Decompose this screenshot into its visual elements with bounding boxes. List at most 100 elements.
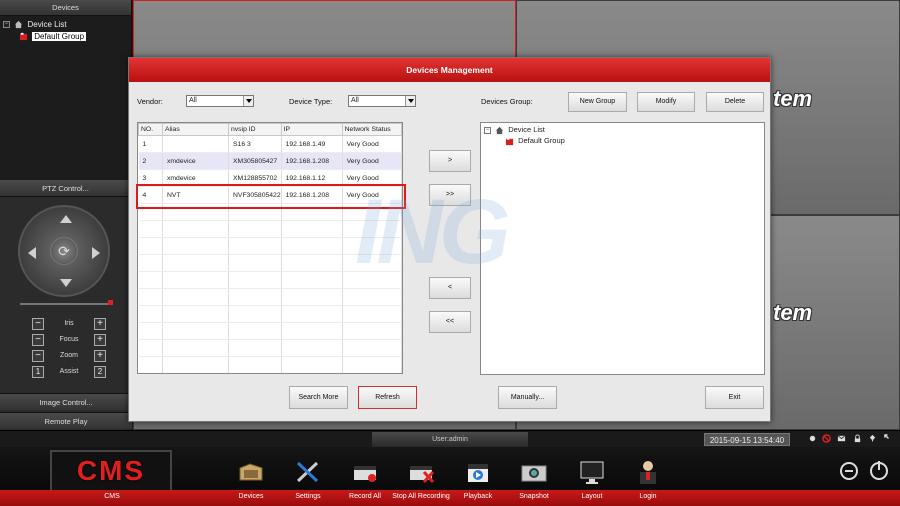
chevron-down-icon[interactable] (405, 96, 415, 106)
search-more-button[interactable]: Search More (289, 386, 348, 409)
iris-label: Iris (64, 320, 74, 327)
devices-group-label: Devices Group: (481, 97, 533, 106)
cell-status: Very Good (342, 152, 402, 170)
playback-icon[interactable] (463, 458, 493, 486)
tree-root[interactable]: − Device List (3, 19, 131, 31)
tree-child[interactable]: Default Group (3, 31, 131, 43)
empty-row (138, 322, 402, 340)
snapshot-button[interactable]: Snapshot (512, 493, 556, 500)
record-all-button[interactable]: Record All (342, 493, 388, 500)
focus-label: Focus (59, 336, 79, 343)
home-icon (495, 126, 504, 134)
ptz-speed-slider[interactable] (20, 303, 112, 305)
ptz-right-icon[interactable] (92, 247, 100, 259)
cell-ip: 192.168.1.49 (281, 135, 343, 153)
empty-row (138, 356, 402, 373)
collapse-icon[interactable]: − (3, 21, 10, 29)
cms-logo-text: CMS (76, 455, 146, 486)
stop-all-recording-button[interactable]: Stop All Recording (390, 493, 452, 500)
mail-icon[interactable] (837, 434, 846, 443)
table-row[interactable]: 1 S16 3 192.168.1.49 Very Good (138, 135, 402, 153)
iris-minus-button[interactable]: − (32, 318, 44, 330)
ptz-area: ⟳ − Iris + − Focus + − Zoom + 1 Assist 2 (0, 197, 131, 397)
layout-icon[interactable] (577, 458, 607, 486)
assist-2-button[interactable]: 2 (94, 366, 106, 378)
ptz-left-icon[interactable] (28, 247, 36, 259)
vendor-select-value: All (189, 97, 197, 104)
cell-alias: xmdevice (162, 152, 229, 170)
group-tree-root[interactable]: − Device List (484, 124, 545, 135)
ptz-rotate-icon[interactable]: ⟳ (50, 237, 78, 265)
status-bar: User:admin 2015-09-15 13:54:40 (0, 430, 900, 447)
table-row[interactable]: 2 xmdevice XM305805427 192.168.1.208 Ver… (138, 152, 402, 170)
power-icon[interactable] (870, 461, 888, 480)
stop-all-recording-icon[interactable] (406, 458, 436, 486)
vendor-label: Vendor: (137, 97, 163, 106)
devices-header[interactable]: Devices (0, 0, 131, 16)
chevron-down-icon[interactable] (243, 96, 253, 106)
column-header-no[interactable]: NO. (138, 123, 163, 136)
left-panel: Devices − Device List Default Group PTZ … (0, 0, 132, 430)
ptz-control-header[interactable]: PTZ Control... (0, 180, 131, 197)
delete-button[interactable]: Delete (706, 92, 764, 112)
assist-1-button[interactable]: 1 (32, 366, 44, 378)
snapshot-icon[interactable] (519, 458, 549, 486)
no-alarm-icon[interactable] (822, 434, 831, 443)
empty-row (138, 339, 402, 357)
collapse-icon[interactable]: − (484, 126, 491, 134)
column-header-network-status[interactable]: Network Status (341, 123, 402, 136)
device-type-label: Device Type: (289, 97, 333, 106)
cell-nvsip-id: XM305805427 (228, 152, 282, 170)
ptz-dpad[interactable]: ⟳ (18, 205, 110, 297)
settings-button[interactable]: Settings (288, 493, 328, 500)
user-indicator: User:admin (372, 432, 528, 447)
ptz-down-icon[interactable] (60, 279, 72, 287)
column-header-ip[interactable]: IP (280, 123, 343, 136)
empty-row (138, 305, 402, 323)
modify-button[interactable]: Modify (637, 92, 695, 112)
new-group-button[interactable]: New Group (568, 92, 627, 112)
playback-button[interactable]: Playback (456, 493, 500, 500)
group-tree-root-label: Device List (508, 125, 545, 134)
cell-status: Very Good (342, 135, 402, 153)
focus-plus-button[interactable]: + (94, 334, 106, 346)
settings-icon[interactable] (293, 458, 323, 486)
pin-icon[interactable] (868, 434, 877, 443)
layout-button[interactable]: Layout (572, 493, 612, 500)
iris-plus-button[interactable]: + (94, 318, 106, 330)
cell-nvsip-id: S16 3 (228, 135, 282, 153)
exit-fullscreen-icon[interactable] (884, 434, 893, 443)
image-control-header[interactable]: Image Control... (0, 393, 132, 410)
column-header-nvsip-id[interactable]: nvsip ID (228, 123, 282, 136)
login-button[interactable]: Login (628, 493, 668, 500)
ptz-up-icon[interactable] (60, 215, 72, 223)
lock-icon[interactable] (853, 434, 862, 443)
ptz-speed-handle[interactable] (108, 300, 113, 305)
record-icon[interactable] (808, 434, 817, 443)
zoom-minus-button[interactable]: − (32, 350, 44, 362)
tree-root-label: Device List (27, 20, 67, 29)
dialog-title: Devices Management (129, 58, 770, 82)
device-type-select[interactable]: All (348, 95, 416, 107)
brand-text-fragment: tem (773, 86, 813, 111)
refresh-button[interactable]: Refresh (358, 386, 417, 409)
focus-minus-button[interactable]: − (32, 334, 44, 346)
vendor-select[interactable]: All (186, 95, 254, 107)
zoom-plus-button[interactable]: + (94, 350, 106, 362)
devices-icon[interactable] (236, 458, 266, 486)
group-tree-child-label: Default Group (518, 136, 565, 145)
iris-row: − Iris + (32, 318, 106, 330)
exit-button[interactable]: Exit (705, 386, 764, 409)
minimize-icon[interactable] (840, 462, 858, 480)
group-tree-child[interactable]: Default Group (505, 135, 565, 146)
move-one-right-button[interactable]: > (429, 150, 471, 172)
zoom-row: − Zoom + (32, 350, 106, 362)
remote-play-header[interactable]: Remote Play (0, 412, 132, 429)
record-all-icon[interactable] (350, 458, 380, 486)
column-header-alias[interactable]: Alias (162, 123, 229, 136)
move-all-left-button[interactable]: << (429, 311, 471, 333)
watermark: ING (355, 181, 511, 283)
login-icon[interactable] (633, 458, 663, 486)
devices-button[interactable]: Devices (231, 493, 271, 500)
manually-button[interactable]: Manually... (498, 386, 557, 409)
